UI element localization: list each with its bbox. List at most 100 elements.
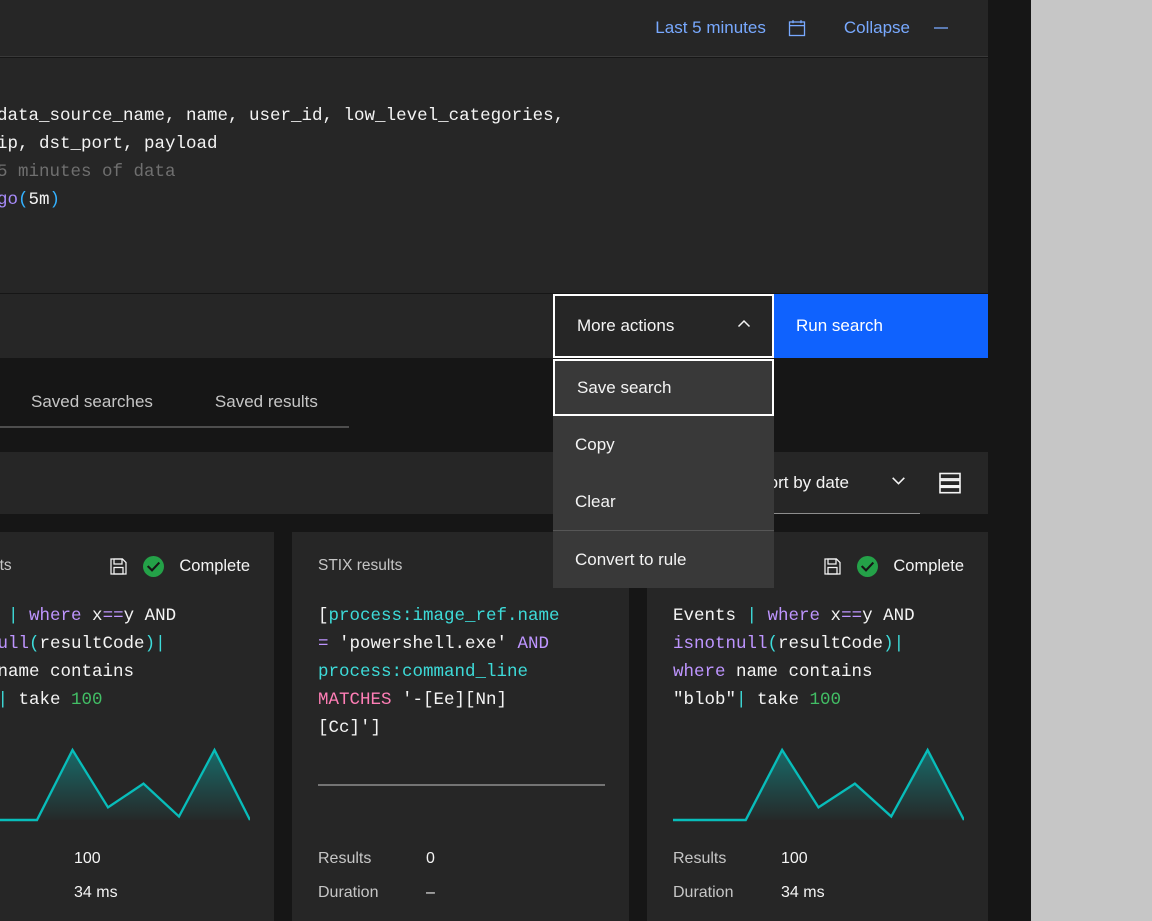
query-token: resultCode	[778, 634, 883, 654]
query-token: where	[673, 662, 736, 682]
query-token: name contains	[0, 662, 134, 682]
tab-saved-searches[interactable]: Saved searches	[0, 378, 184, 428]
more-actions-button[interactable]: More actions	[553, 294, 774, 358]
menu-item-clear[interactable]: Clear	[553, 473, 774, 530]
query-token: 100	[71, 690, 103, 710]
editor-line: ip, dst_port, payload	[0, 130, 988, 158]
menu-item-label: Save search	[577, 378, 672, 398]
editor-token: 5 minutes of data	[0, 162, 176, 182]
query-token: x	[92, 606, 103, 626]
sparkline-chart	[318, 746, 605, 824]
list-view-icon[interactable]	[924, 452, 976, 514]
card-title: STIX results	[318, 557, 402, 575]
run-search-button[interactable]: Run search	[774, 294, 988, 358]
menu-item-copy[interactable]: Copy	[553, 416, 774, 473]
card-header: results Complete	[0, 554, 250, 578]
collapse-label: Collapse	[844, 18, 910, 38]
stat-value: 34 ms	[74, 884, 118, 902]
action-bar: More actions Run search	[0, 293, 988, 358]
screen: Last 5 minutes Collapse	[0, 0, 1152, 921]
query-token: otnull	[0, 634, 29, 654]
result-card[interactable]: STIX resultsNo[process:image_ref.name = …	[292, 532, 629, 921]
stat-row: Duration–	[318, 876, 605, 910]
sparkline-chart	[0, 746, 250, 824]
editor-line: 5 minutes of data	[0, 158, 988, 186]
query-token: where	[768, 606, 831, 626]
query-token: |	[0, 690, 8, 710]
card-stats: Results100Duration34 ms	[673, 842, 964, 910]
editor-token: data_source_name, name, user_id, low_lev…	[0, 106, 564, 126]
stat-value: 0	[426, 850, 435, 868]
status-label: Complete	[179, 557, 250, 576]
query-token: |	[747, 606, 768, 626]
result-card[interactable]: results Complete nts | where x==y AND otnu…	[0, 532, 274, 921]
query-token: take	[8, 690, 71, 710]
chevron-up-icon	[735, 315, 753, 338]
query-token: process:image_ref.name	[329, 606, 560, 626]
query-token: Events	[673, 606, 747, 626]
query-token: y AND	[862, 606, 915, 626]
editor-line: data_source_name, name, user_id, low_lev…	[0, 102, 988, 130]
stat-row: Results0	[318, 842, 605, 876]
card-stats: Results0Duration–	[318, 842, 605, 910]
stat-value: 34 ms	[781, 884, 825, 902]
calendar-icon[interactable]	[788, 19, 806, 37]
save-icon[interactable]	[109, 557, 128, 576]
card-status: Complete	[109, 556, 250, 577]
query-editor[interactable]: data_source_name, name, user_id, low_lev…	[0, 58, 988, 293]
save-icon[interactable]	[823, 557, 842, 576]
query-token: |	[8, 606, 29, 626]
card-query: Events | where x==y AND isnotnull(result…	[673, 602, 964, 742]
stat-row: Duration34 ms	[673, 876, 964, 910]
query-token: "blob"	[673, 690, 736, 710]
stat-row: tion34 ms	[0, 876, 250, 910]
stat-value: 100	[74, 850, 101, 868]
tab-label: Saved results	[215, 392, 318, 412]
tab-list: Saved searches Saved results	[0, 378, 349, 428]
more-actions-label: More actions	[577, 316, 674, 336]
card-query: nts | where x==y AND otnull(resultCode)|…	[0, 602, 250, 742]
query-token: isnotnull	[673, 634, 768, 654]
time-range-picker[interactable]: Last 5 minutes	[655, 0, 806, 56]
minus-icon[interactable]	[932, 19, 950, 37]
stat-value: 100	[781, 850, 808, 868]
editor-token: ip, dst_port, payload	[0, 134, 218, 154]
menu-item-label: Convert to rule	[575, 550, 687, 570]
stat-key: Duration	[318, 884, 426, 902]
query-token: [	[318, 606, 329, 626]
editor-line: go(5m)	[0, 186, 988, 214]
result-card[interactable]: Complete Events | where x==y AND isnotnul…	[647, 532, 988, 921]
tabs-row: Saved searches Saved results	[0, 358, 988, 448]
stat-key: Results	[318, 850, 426, 868]
card-query: [process:image_ref.name = 'powershell.ex…	[318, 602, 605, 742]
more-actions-menu: Save search Copy Clear Convert to rule	[553, 359, 774, 588]
tab-label: Saved searches	[31, 392, 153, 412]
menu-item-convert-to-rule[interactable]: Convert to rule	[553, 531, 774, 588]
query-token: where	[29, 606, 92, 626]
query-token: 'powershell.exe'	[339, 634, 518, 654]
editor-token: 5m	[29, 190, 50, 210]
query-token: =	[318, 634, 339, 654]
query-token: process:command_line	[318, 662, 528, 682]
right-gutter	[988, 0, 1031, 921]
time-range-label: Last 5 minutes	[655, 18, 766, 38]
app-shell: Last 5 minutes Collapse	[0, 0, 1031, 921]
results-toolbar: Sort by date	[0, 452, 988, 514]
card-status: Complete	[823, 556, 964, 577]
query-token: nts	[0, 606, 8, 626]
chevron-down-icon[interactable]	[889, 471, 908, 495]
stat-value: –	[426, 884, 435, 902]
menu-item-label: Clear	[575, 492, 616, 512]
tab-saved-results[interactable]: Saved results	[184, 378, 349, 428]
editor-token: go	[0, 190, 18, 210]
menu-item-save-search[interactable]: Save search	[553, 359, 774, 416]
collapse-button[interactable]: Collapse	[844, 0, 950, 56]
app-content: Last 5 minutes Collapse	[0, 0, 988, 921]
query-token: (	[29, 634, 40, 654]
query-token: resultCode	[40, 634, 145, 654]
query-token: y AND	[124, 606, 177, 626]
query-token: ==	[103, 606, 124, 626]
check-circle-icon	[143, 556, 164, 577]
editor-token: )	[50, 190, 61, 210]
card-title: results	[0, 557, 12, 575]
